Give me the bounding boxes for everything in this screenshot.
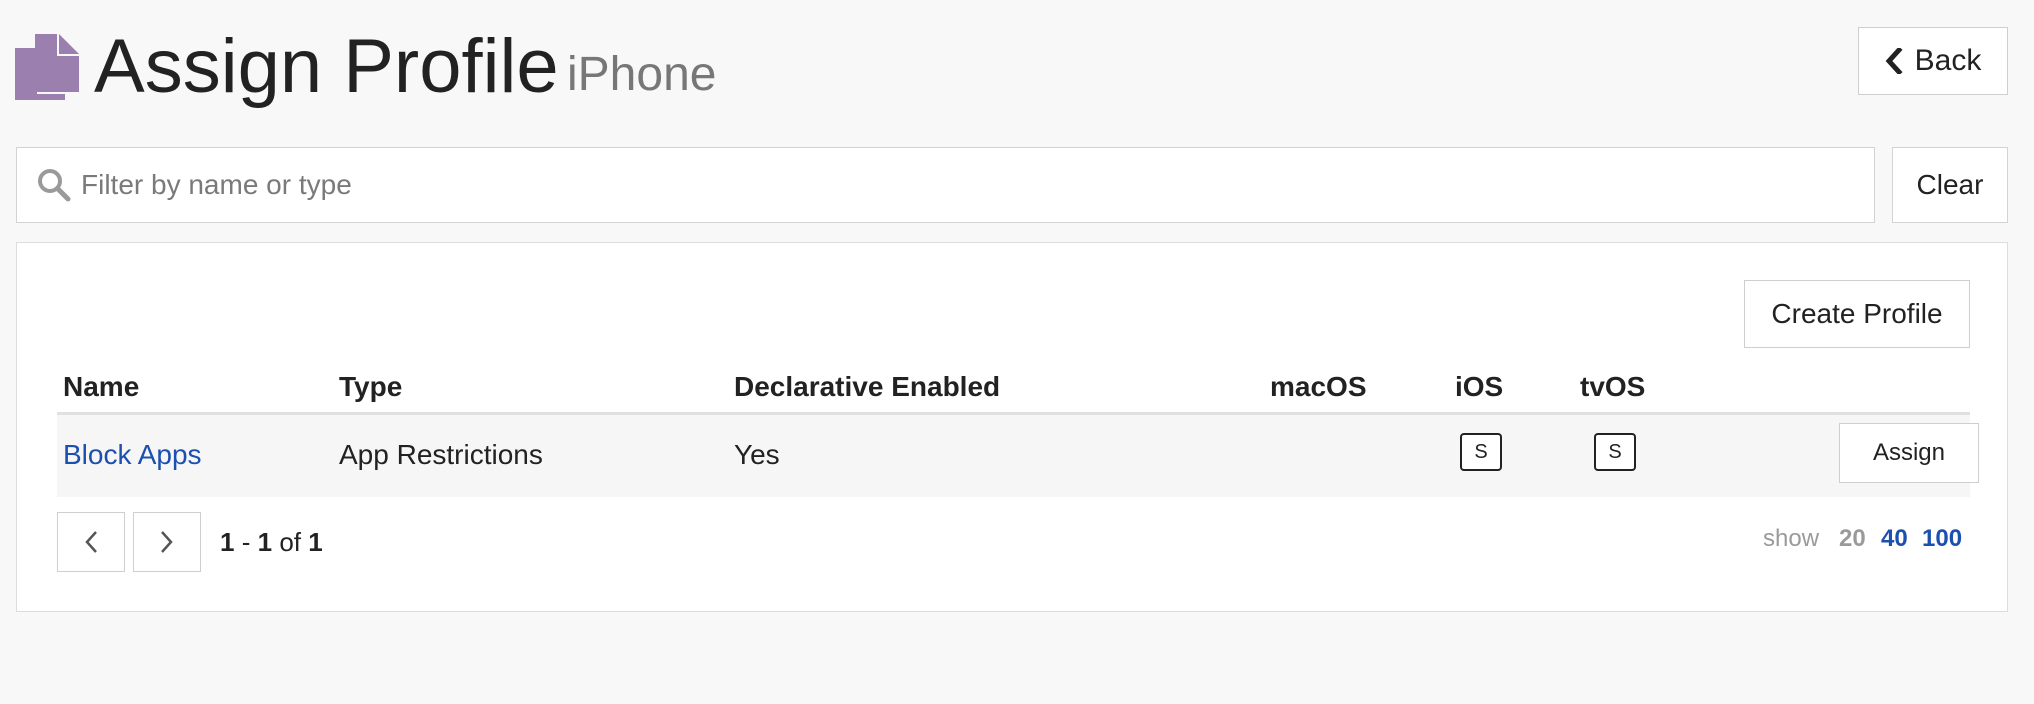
page-title: Assign Profile bbox=[94, 24, 559, 109]
page-size-option-100[interactable]: 100 bbox=[1922, 521, 1962, 557]
profile-documents-icon bbox=[15, 34, 79, 100]
tvos-supported-badge: S bbox=[1594, 433, 1636, 471]
back-button[interactable]: Back bbox=[1858, 27, 2008, 95]
assign-button[interactable]: Assign bbox=[1839, 423, 1979, 483]
search-box[interactable] bbox=[16, 147, 1875, 223]
ios-supported-badge: S bbox=[1460, 433, 1502, 471]
chevron-left-icon bbox=[85, 531, 97, 553]
page-size-option-20[interactable]: 20 bbox=[1839, 521, 1866, 557]
profile-name-link[interactable]: Block Apps bbox=[63, 435, 202, 475]
device-name: iPhone bbox=[567, 48, 717, 101]
column-header-declarative[interactable]: Declarative Enabled bbox=[734, 367, 1000, 407]
page-size-label: show bbox=[1763, 525, 1820, 552]
declarative-enabled: Yes bbox=[734, 439, 780, 470]
table-row: Block Apps App Restrictions Yes S S Assi… bbox=[57, 415, 1979, 497]
profile-type: App Restrictions bbox=[339, 439, 543, 470]
column-header-macos[interactable]: macOS bbox=[1270, 367, 1367, 407]
clear-button[interactable]: Clear bbox=[1892, 147, 2008, 223]
back-label: Back bbox=[1914, 44, 1982, 77]
chevron-left-icon bbox=[1885, 48, 1903, 74]
search-input[interactable] bbox=[79, 148, 1859, 221]
create-profile-button[interactable]: Create Profile bbox=[1744, 280, 1970, 348]
column-header-tvos[interactable]: tvOS bbox=[1580, 367, 1645, 407]
column-header-type[interactable]: Type bbox=[339, 367, 402, 407]
page-header: Assign Profile iPhone Back bbox=[0, 0, 2034, 130]
next-page-button[interactable] bbox=[133, 512, 201, 572]
column-header-name[interactable]: Name bbox=[63, 367, 139, 407]
column-header-ios[interactable]: iOS bbox=[1455, 367, 1503, 407]
profiles-panel: Create Profile Name Type Declarative Ena… bbox=[16, 242, 2008, 612]
chevron-right-icon bbox=[161, 531, 173, 553]
page-size-option-40[interactable]: 40 bbox=[1881, 521, 1908, 557]
pagination-range: 1 - 1 of 1 bbox=[220, 527, 323, 557]
previous-page-button[interactable] bbox=[57, 512, 125, 572]
search-icon bbox=[38, 169, 71, 202]
